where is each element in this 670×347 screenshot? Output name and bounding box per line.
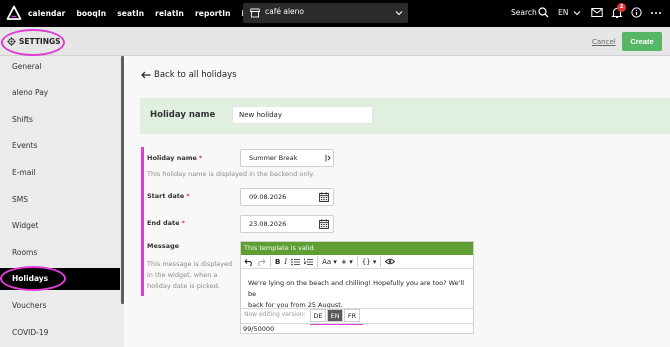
bold-button[interactable]: B xyxy=(275,256,280,268)
numbered-list-icon[interactable] xyxy=(304,258,314,266)
version-fr-button[interactable]: FR xyxy=(344,309,360,322)
version-en-button[interactable]: EN xyxy=(327,309,343,322)
holiday-name-label: Holiday name * xyxy=(147,154,203,162)
toolbar-separator xyxy=(270,256,271,267)
back-link-text: Back to all holidays xyxy=(154,70,237,80)
end-date-label: End date * xyxy=(147,219,185,227)
message-help-line: This message is displayed xyxy=(147,260,233,268)
italic-button[interactable]: I xyxy=(284,256,287,268)
validation-banner: This template is valid. xyxy=(241,242,473,255)
nav-calendar[interactable]: calendar xyxy=(28,9,65,18)
nav-seatin[interactable]: seatIn xyxy=(117,9,144,18)
arrow-left-icon xyxy=(141,71,151,79)
info-icon[interactable] xyxy=(631,7,642,18)
sidebar-item-aleno-pay[interactable]: aleno Pay xyxy=(0,82,120,104)
language-selector[interactable]: EN xyxy=(558,8,568,17)
message-editor[interactable]: This template is valid. B I Aa ▾ + ▾ {} … xyxy=(240,241,474,334)
nav-relatin[interactable]: relatIn xyxy=(155,9,184,18)
character-counter: 99/50000 xyxy=(241,323,473,334)
holiday-title-field[interactable]: New holiday xyxy=(232,106,373,124)
sidebar-item-email[interactable]: E-mail xyxy=(0,162,120,184)
holiday-name-value: Summer Break xyxy=(249,154,298,162)
chevron-down-icon xyxy=(395,11,403,16)
input-addon-icon xyxy=(325,154,331,162)
location-selector[interactable]: café aleno xyxy=(243,3,408,23)
bullet-list-icon[interactable] xyxy=(291,258,301,266)
variable-dropdown[interactable]: {} ▾ xyxy=(362,256,377,268)
search-label[interactable]: Search xyxy=(511,8,537,17)
insert-dropdown[interactable]: + ▾ xyxy=(341,256,353,268)
calendar-icon[interactable] xyxy=(319,192,329,202)
back-link[interactable]: Back to all holidays xyxy=(141,70,237,80)
editor-toolbar: B I Aa ▾ + ▾ {} ▾ xyxy=(241,255,473,269)
location-name: café aleno xyxy=(265,7,304,16)
redo-icon[interactable] xyxy=(257,258,266,266)
message-help-line: holiday date is picked. xyxy=(147,282,220,290)
settings-bar: SETTINGS xyxy=(0,27,670,56)
start-date-input[interactable]: 09.08.2026 xyxy=(240,188,334,206)
message-content[interactable]: We're lying on the beach and chilling! H… xyxy=(248,278,468,311)
sidebar-item-events[interactable]: Events xyxy=(0,135,120,157)
sidebar-item-widget[interactable]: Widget xyxy=(0,215,120,237)
font-size-dropdown[interactable]: Aa ▾ xyxy=(322,256,337,268)
sidebar-item-shifts[interactable]: Shifts xyxy=(0,109,120,131)
start-date-value: 09.08.2026 xyxy=(249,193,287,201)
top-bar: calendar booqIn seatIn relatIn reportIn … xyxy=(0,0,670,27)
toolbar-separator xyxy=(356,256,358,267)
search-icon[interactable] xyxy=(538,7,549,18)
start-date-label: Start date * xyxy=(147,192,190,200)
nav-booqin[interactable]: booqIn xyxy=(76,9,106,18)
holiday-name-header xyxy=(140,98,670,134)
version-selector: Now editing version: DE EN FR xyxy=(241,308,473,322)
undo-icon[interactable] xyxy=(244,258,253,266)
more-icon[interactable] xyxy=(650,8,662,18)
sidebar-item-sms[interactable]: SMS xyxy=(0,189,120,211)
version-label: Now editing version: xyxy=(244,311,306,318)
store-icon xyxy=(250,8,260,18)
cancel-button[interactable]: Cancel xyxy=(592,38,616,46)
holidays-highlight-annotation xyxy=(0,266,66,291)
form-highlight-annotation xyxy=(141,147,144,296)
message-line: We're lying on the beach and chilling! H… xyxy=(248,279,465,298)
holiday-name-heading: Holiday name xyxy=(150,110,216,120)
toolbar-separator xyxy=(317,256,319,267)
notification-badge: 2 xyxy=(617,3,626,12)
required-marker: * xyxy=(186,192,190,200)
holiday-name-help: This holiday name is displayed in the ba… xyxy=(147,170,315,178)
settings-sidebar: General aleno Pay Shifts Events E-mail S… xyxy=(0,56,124,347)
toolbar-separator xyxy=(380,256,382,267)
message-label: Message xyxy=(147,242,180,250)
holiday-name-input[interactable]: Summer Break xyxy=(240,149,334,167)
nav-reportin[interactable]: reportIn xyxy=(195,9,231,18)
required-marker: * xyxy=(181,219,185,227)
mail-icon[interactable] xyxy=(591,7,603,18)
version-de-button[interactable]: DE xyxy=(310,309,326,322)
sidebar-item-rooms[interactable]: Rooms xyxy=(0,242,120,264)
sidebar-item-covid-19[interactable]: COVID-19 xyxy=(0,322,120,344)
sidebar-item-vouchers[interactable]: Vouchers xyxy=(0,295,120,317)
end-date-value: 23.08.2026 xyxy=(249,220,287,228)
end-date-input[interactable]: 23.08.2026 xyxy=(240,215,334,233)
aleno-logo-icon[interactable] xyxy=(6,5,22,21)
create-button[interactable]: Create xyxy=(622,32,662,51)
preview-eye-icon[interactable] xyxy=(385,258,396,265)
calendar-icon[interactable] xyxy=(319,219,329,229)
required-marker: * xyxy=(198,154,203,162)
chevron-down-icon[interactable] xyxy=(573,9,581,17)
message-help-line: in the widget, when a xyxy=(147,271,218,279)
sidebar-item-general[interactable]: General xyxy=(0,56,120,78)
settings-highlight-annotation xyxy=(1,29,65,56)
